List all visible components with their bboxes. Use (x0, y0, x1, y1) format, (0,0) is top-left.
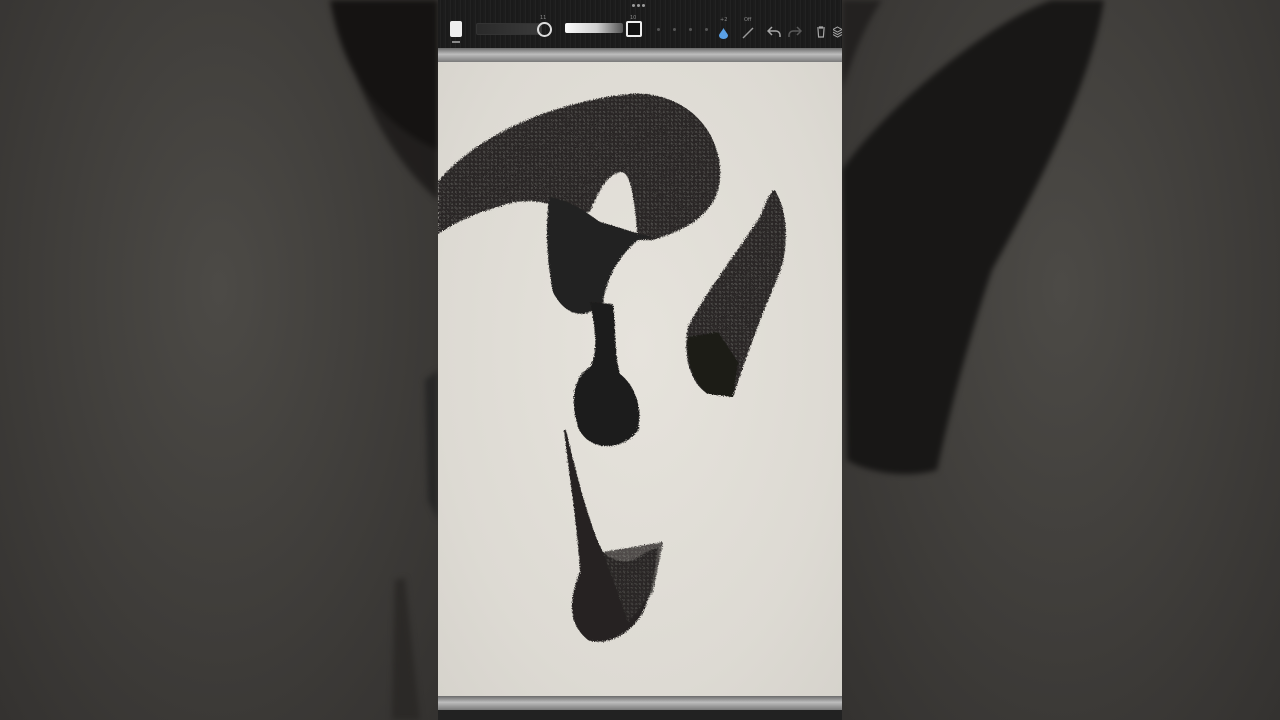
opacity-knob[interactable] (626, 21, 642, 37)
redo-icon[interactable] (788, 23, 803, 42)
undo-icon[interactable] (766, 23, 781, 42)
stroke-mode-label: Off (744, 17, 752, 23)
ink-stroke-right-dash (686, 190, 786, 397)
layer-thumbnail[interactable] (450, 21, 462, 37)
brush-size-slider[interactable] (476, 23, 542, 35)
brush-size-knob[interactable] (537, 22, 552, 37)
line-tool-icon[interactable] (742, 24, 754, 43)
bottom-strip (438, 710, 842, 720)
background-right-blur (842, 0, 1280, 720)
toolbar: 11 10 +2 Off (438, 0, 842, 48)
ink-stroke-bottom-tail (564, 430, 663, 642)
brush-size-value: 11 (540, 15, 547, 21)
layers-icon[interactable] (831, 23, 842, 42)
pressure-dot-3[interactable] (689, 28, 692, 31)
drag-handle[interactable] (632, 4, 645, 7)
app-screen: 11 10 +2 Off (438, 0, 842, 720)
background-left-blur (0, 0, 438, 720)
trash-icon[interactable] (816, 23, 826, 42)
canvas-frame-top (438, 48, 842, 62)
layer-indicator (452, 41, 460, 43)
pressure-dot-4[interactable] (705, 28, 708, 31)
drawing-canvas[interactable] (438, 62, 842, 696)
opacity-slider[interactable] (565, 23, 623, 33)
ink-stroke-loop (438, 93, 721, 447)
pressure-dot-1[interactable] (657, 28, 660, 31)
water-drop-icon[interactable] (719, 24, 728, 43)
pressure-dot-2[interactable] (673, 28, 676, 31)
canvas-frame-bottom (438, 696, 842, 710)
pressure-value: +2 (720, 17, 728, 23)
